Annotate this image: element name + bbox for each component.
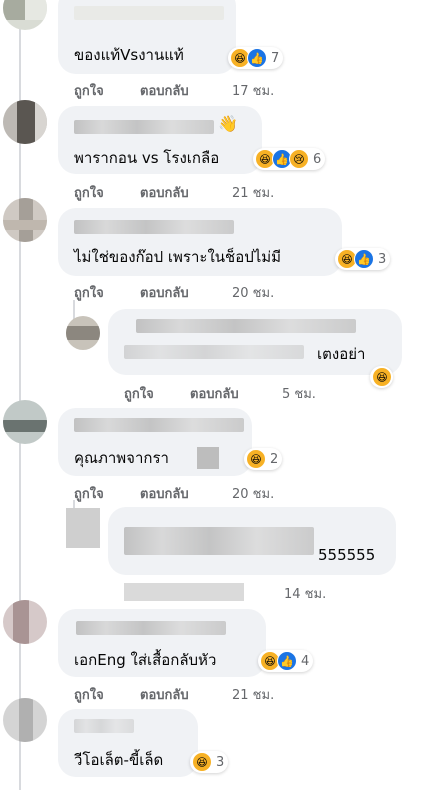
author-name-blurred (74, 719, 134, 733)
author-name-blurred (74, 120, 214, 134)
reply-link[interactable]: ตอบกลับ (140, 282, 189, 303)
author-name-blurred (74, 220, 234, 234)
like-reaction-icon: 👍 (277, 651, 297, 671)
comment-text: 555555 (318, 546, 376, 564)
like-link[interactable]: ถูกใจ (74, 80, 104, 101)
like-link[interactable]: ถูกใจ (74, 684, 104, 705)
avatar[interactable] (3, 698, 47, 742)
blurred-text (124, 583, 244, 601)
reaction-count: 4 (301, 653, 310, 669)
reaction-summary[interactable]: 😆 (370, 366, 393, 388)
comment-timestamp[interactable]: 20 ชม. (232, 483, 274, 504)
like-link[interactable]: ถูกใจ (124, 383, 154, 404)
author-name-blurred (74, 6, 224, 20)
comment-text: ของแท้Vsงานแท้ (74, 46, 184, 64)
author-name-blurred (74, 418, 244, 432)
avatar[interactable] (3, 100, 47, 144)
haha-reaction-icon: 😆 (192, 752, 212, 772)
reply-link[interactable]: ตอบกลับ (140, 182, 189, 203)
haha-reaction-icon: 😆 (372, 367, 392, 387)
author-name-blurred (76, 621, 226, 635)
comment-text: คุณภาพจากรา (74, 449, 169, 467)
comment-text: วีโอเล็ต-ขี้เล็ด (74, 751, 164, 769)
reaction-summary[interactable]: 😆 👍 4 (258, 650, 314, 672)
like-link[interactable]: ถูกใจ (74, 182, 104, 203)
comment-text: เอกEng ใส่เสื้อกลับหัว (74, 651, 217, 669)
comment-timestamp[interactable]: 5 ชม. (282, 383, 316, 404)
comment-timestamp[interactable]: 21 ชม. (232, 182, 274, 203)
reaction-summary[interactable]: 😆 👍 7 (228, 47, 284, 69)
reaction-summary[interactable]: 😆 👍 😢 6 (253, 148, 326, 170)
avatar[interactable] (66, 316, 100, 350)
waving-hand-icon: 👋 (218, 114, 238, 133)
comment-bubble (108, 309, 402, 375)
avatar[interactable] (3, 0, 47, 30)
reply-link[interactable]: ตอบกลับ (140, 483, 189, 504)
avatar[interactable] (3, 400, 47, 444)
reaction-summary[interactable]: 😆 2 (244, 448, 283, 470)
author-name-blurred (124, 527, 314, 555)
comment-timestamp[interactable]: 17 ชม. (232, 80, 274, 101)
like-reaction-icon: 👍 (354, 249, 374, 269)
author-name-blurred (136, 319, 356, 333)
reaction-count: 6 (313, 151, 322, 167)
comment-timestamp[interactable]: 20 ชม. (232, 282, 274, 303)
comment-timestamp[interactable]: 14 ชม. (284, 583, 326, 604)
like-link[interactable]: ถูกใจ (74, 282, 104, 303)
sad-reaction-icon: 😢 (289, 149, 309, 169)
comment-text: พารากอน vs โรงเกลือ (74, 149, 220, 167)
like-link[interactable]: ถูกใจ (74, 483, 104, 504)
like-reaction-icon: 👍 (247, 48, 267, 68)
reaction-summary[interactable]: 😆 👍 3 (335, 248, 391, 270)
reaction-count: 3 (216, 754, 225, 770)
reaction-count: 3 (378, 251, 387, 267)
reaction-count: 2 (270, 451, 279, 467)
reply-link[interactable]: ตอบกลับ (140, 684, 189, 705)
reply-link[interactable]: ตอบกลับ (190, 383, 239, 404)
comment-text: ไม่ใช่ของก๊อป เพราะในช็อปไม่มี (74, 248, 282, 266)
author-name-blurred (124, 345, 304, 359)
haha-reaction-icon: 😆 (246, 449, 266, 469)
comment-timestamp[interactable]: 21 ชม. (232, 684, 274, 705)
avatar[interactable] (3, 600, 47, 644)
comment-text: เตงอย่า (317, 345, 366, 363)
reaction-summary[interactable]: 😆 3 (190, 751, 229, 773)
reaction-count: 7 (271, 50, 280, 66)
avatar-blurred[interactable] (66, 508, 100, 548)
reply-link[interactable]: ตอบกลับ (140, 80, 189, 101)
blurred-text (197, 447, 219, 469)
avatar[interactable] (3, 198, 47, 242)
